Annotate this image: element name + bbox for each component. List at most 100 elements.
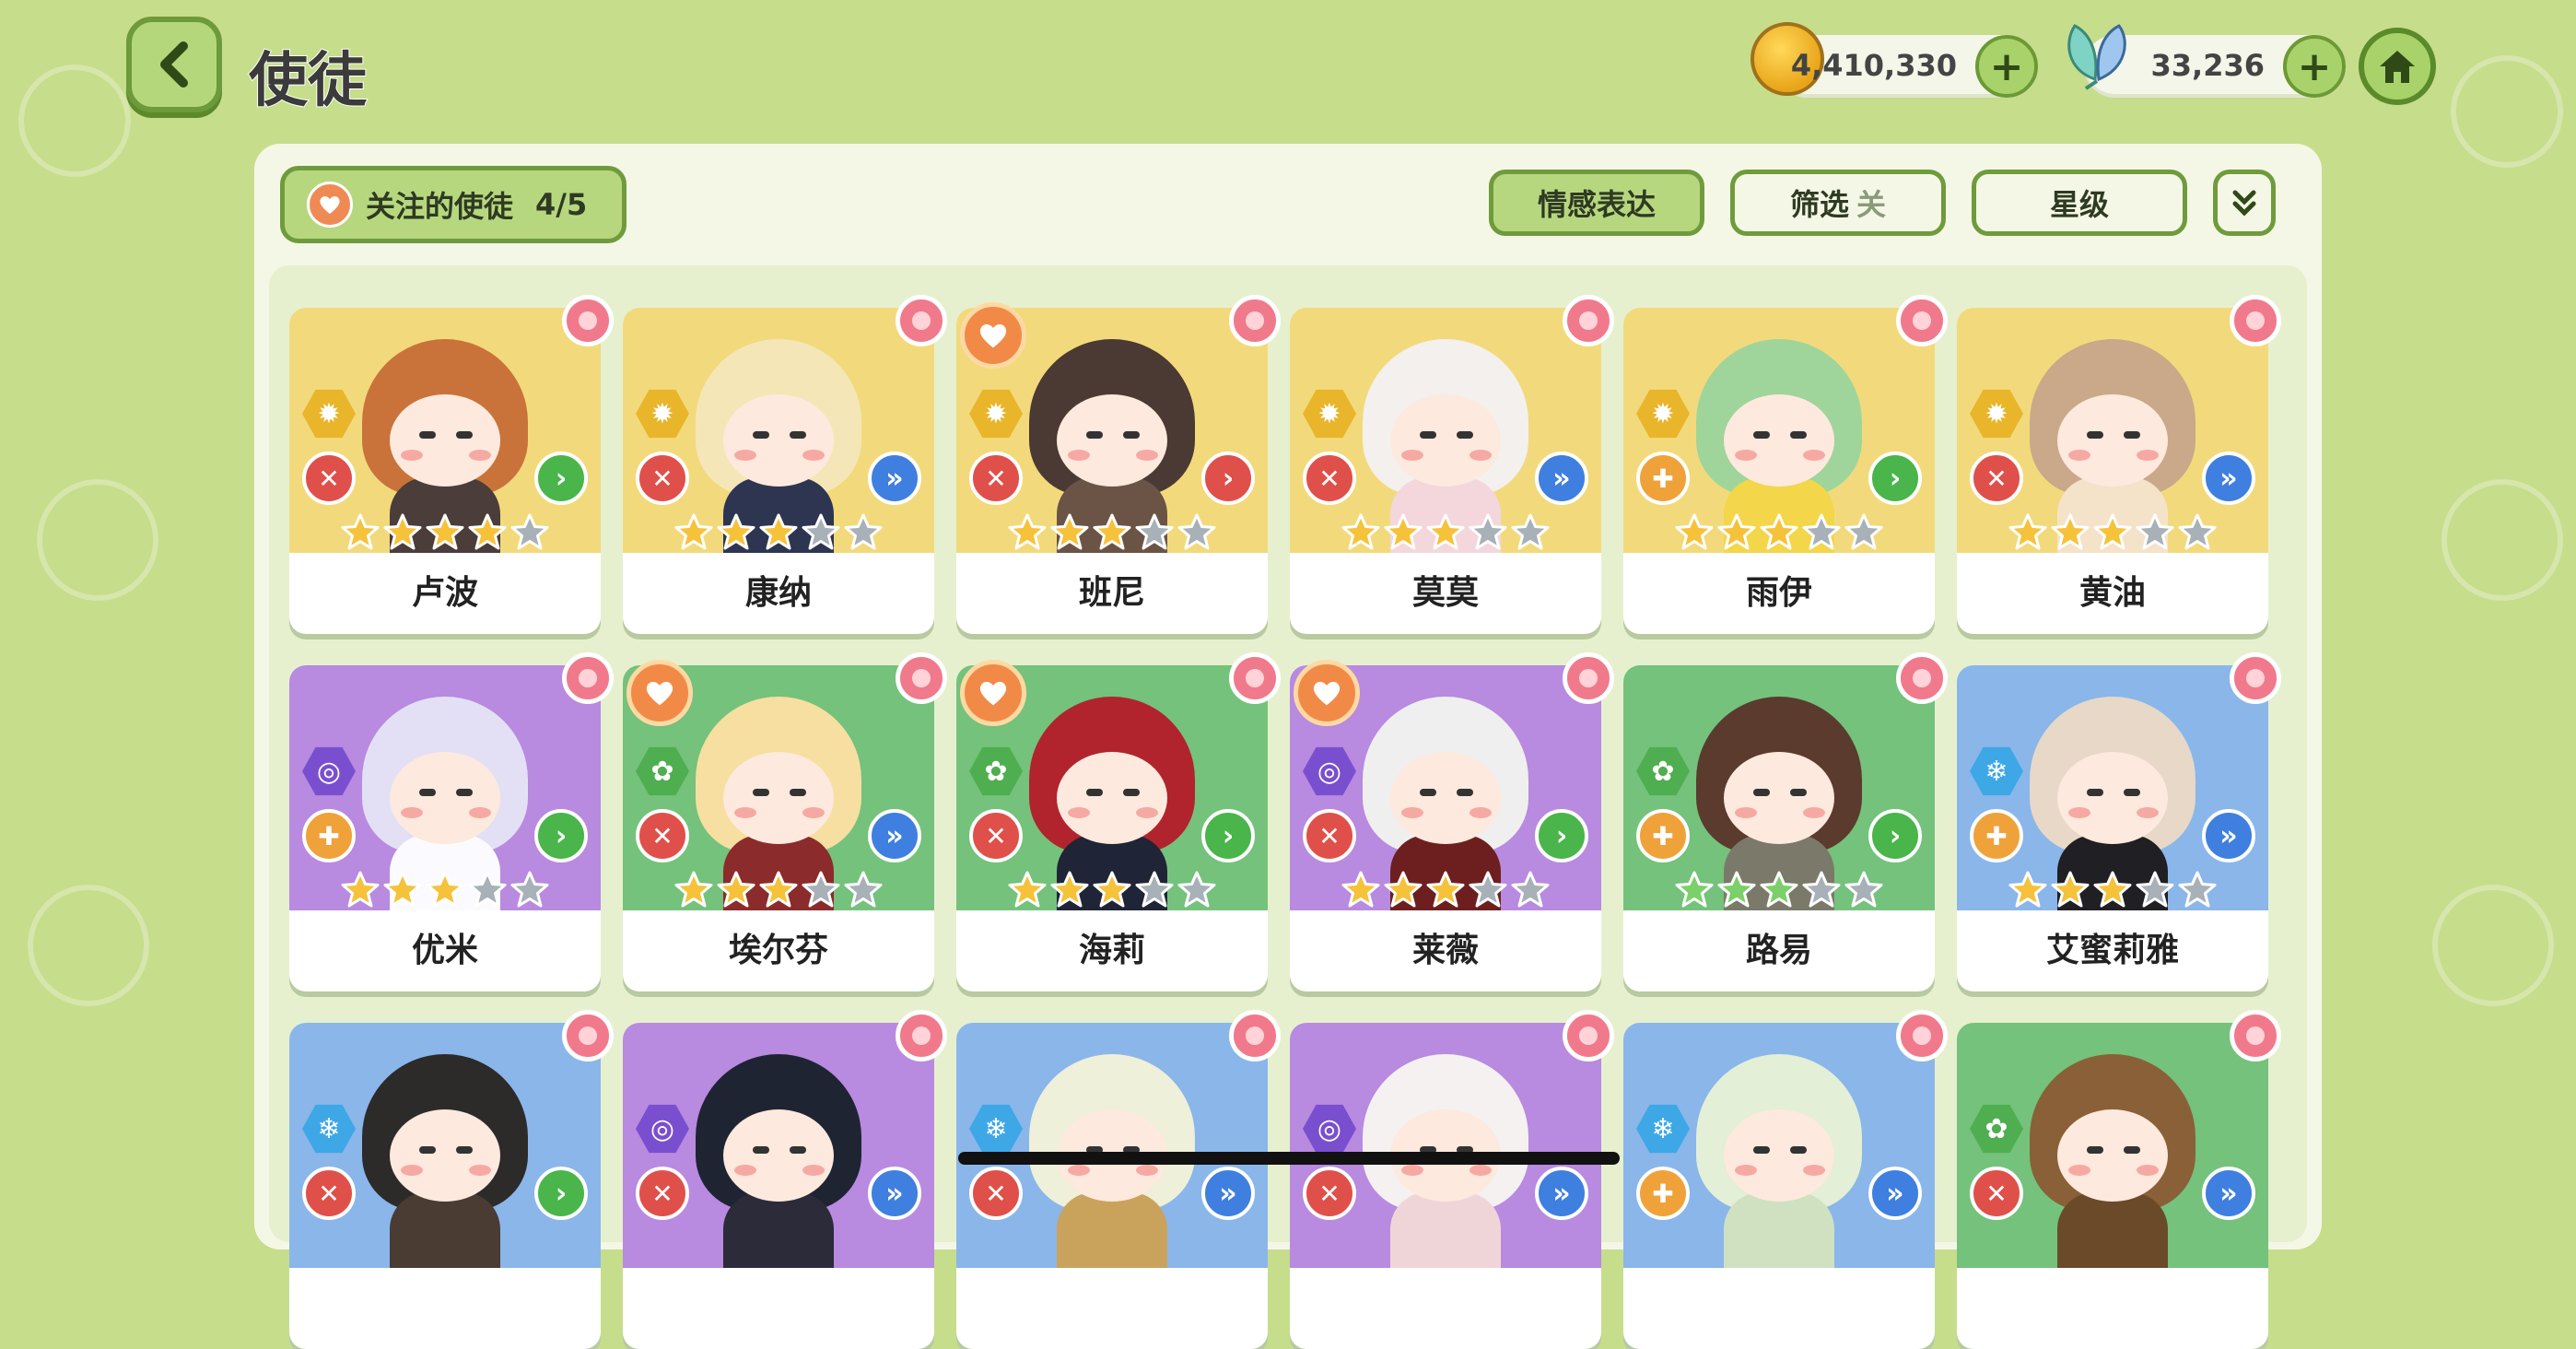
emotion-label: 情感表达 xyxy=(1537,187,1656,222)
position-arrow-icon: » xyxy=(868,452,921,505)
flower-gift-icon[interactable] xyxy=(896,1010,947,1062)
star-rating xyxy=(671,870,886,910)
filter-state: 关 xyxy=(1856,187,1887,222)
star-filled-icon xyxy=(426,513,464,550)
star-empty-icon xyxy=(1469,513,1507,550)
swirl-element-icon: ◎ xyxy=(636,1104,689,1154)
apostle-card[interactable]: ✿ ✕ › 海莉 xyxy=(956,652,1281,991)
flower-gift-icon[interactable] xyxy=(896,295,947,346)
apostle-card[interactable]: ❄ ✕ › xyxy=(289,1010,614,1349)
favorite-heart-icon[interactable] xyxy=(626,660,693,726)
apostle-card[interactable]: ✿ ✕ » 埃尔芬 xyxy=(623,652,947,991)
apostle-card[interactable]: ✹ ✕ › 班尼 xyxy=(956,295,1281,634)
flower-gift-icon[interactable] xyxy=(1896,652,1948,704)
flower-gift-icon[interactable] xyxy=(1563,652,1614,704)
position-arrow-icon: › xyxy=(1868,809,1922,862)
star-filled-icon xyxy=(2008,871,2047,908)
favorite-heart-icon[interactable] xyxy=(1294,660,1360,726)
star-rating xyxy=(337,870,553,910)
leaf-element-icon: ✿ xyxy=(1636,746,1690,796)
apostle-card[interactable]: ✹ ✚ › 雨伊 xyxy=(1623,295,1948,634)
flower-gift-icon[interactable] xyxy=(562,295,614,346)
apostle-illustration xyxy=(686,1054,871,1268)
apostle-card[interactable]: ✹ ✕ › 卢波 xyxy=(289,295,614,634)
swirl-element-icon: ◎ xyxy=(1303,746,1356,796)
star-filled-icon xyxy=(717,513,755,550)
apostle-card[interactable]: ✹ ✕ » 黄油 xyxy=(1957,295,2281,634)
star-filled-icon xyxy=(1760,513,1798,550)
sun-element-icon: ✹ xyxy=(636,389,689,439)
star-empty-icon xyxy=(510,513,549,550)
favorite-heart-icon[interactable] xyxy=(960,660,1026,726)
home-button[interactable] xyxy=(2359,28,2436,105)
star-filled-icon xyxy=(1717,513,1756,550)
apostle-portrait: ✿ ✚ › xyxy=(1623,665,1935,910)
sun-element-icon: ✹ xyxy=(302,389,356,439)
add-gold-button[interactable]: + xyxy=(1975,35,2038,98)
apostle-portrait: ✹ ✚ › xyxy=(1623,308,1935,553)
flower-gift-icon[interactable] xyxy=(1896,295,1948,346)
position-arrow-icon: » xyxy=(868,1167,921,1220)
position-arrow-icon: » xyxy=(868,809,921,862)
apostle-panel: 关注的使徒 4/5 情感表达 筛选 关 星级 ✹ ✕ › 卢波 ✹ ✕ » 康纳 ✹ ✕ › 班尼 ✹ ✕… xyxy=(254,144,2322,1349)
filter-button[interactable]: 筛选 关 xyxy=(1730,170,1946,236)
apostle-card[interactable]: ❄ ✚ » xyxy=(1623,1010,1948,1349)
star-filled-icon xyxy=(1008,871,1047,908)
background-doodle xyxy=(37,479,158,601)
support-role-icon: ✚ xyxy=(1636,809,1690,862)
flower-gift-icon[interactable] xyxy=(2230,652,2281,704)
apostle-card[interactable]: ✿ ✚ › 路易 xyxy=(1623,652,1948,991)
apostle-card[interactable]: ◎ ✕ › 莱薇 xyxy=(1290,652,1614,991)
apostle-card[interactable]: ◎ ✕ » xyxy=(623,1010,947,1349)
flower-gift-icon[interactable] xyxy=(1229,1010,1281,1062)
apostle-card[interactable]: ✹ ✕ » 康纳 xyxy=(623,295,947,634)
star-filled-icon xyxy=(341,871,380,908)
star-rating xyxy=(1338,870,1553,910)
attack-role-icon: ✕ xyxy=(636,809,689,862)
flower-gift-icon[interactable] xyxy=(562,1010,614,1062)
gem-currency: 33,236 + xyxy=(2067,24,2346,98)
emotion-button[interactable]: 情感表达 xyxy=(1489,170,1704,236)
favorite-heart-icon[interactable] xyxy=(960,302,1026,369)
apostle-name: 优米 xyxy=(411,932,478,969)
flower-gift-icon[interactable] xyxy=(896,652,947,704)
star-rating xyxy=(671,512,886,553)
star-filled-icon xyxy=(1426,871,1465,908)
attack-role-icon: ✕ xyxy=(1303,809,1356,862)
flower-gift-icon[interactable] xyxy=(1896,1010,1948,1062)
support-role-icon: ✚ xyxy=(1636,452,1690,505)
flower-gift-icon[interactable] xyxy=(1563,1010,1614,1062)
apostle-card[interactable]: ✹ ✕ » 莫莫 xyxy=(1290,295,1614,634)
flower-gift-icon[interactable] xyxy=(1563,295,1614,346)
back-button[interactable] xyxy=(126,17,222,112)
support-role-icon: ✚ xyxy=(1970,809,2023,862)
apostle-card[interactable]: ❄ ✚ » 艾蜜莉雅 xyxy=(1957,652,2281,991)
star-filled-icon xyxy=(1050,871,1089,908)
position-arrow-icon: › xyxy=(1201,809,1255,862)
apostle-portrait: ◎ ✕ » xyxy=(623,1023,934,1268)
flower-gift-icon[interactable] xyxy=(562,652,614,704)
star-empty-icon xyxy=(1177,513,1216,550)
star-filled-icon xyxy=(1050,513,1089,550)
star-filled-icon xyxy=(1093,513,1131,550)
flower-gift-icon[interactable] xyxy=(1229,652,1281,704)
apostle-card[interactable]: ◎ ✚ › 优米 xyxy=(289,652,614,991)
sort-order-button[interactable] xyxy=(2213,170,2276,236)
attack-role-icon: ✕ xyxy=(969,1167,1023,1220)
add-gem-button[interactable]: + xyxy=(2283,35,2346,98)
attack-role-icon: ✕ xyxy=(1303,1167,1356,1220)
apostle-name: 卢波 xyxy=(411,574,478,612)
flower-gift-icon[interactable] xyxy=(2230,295,2281,346)
star-empty-icon xyxy=(1135,871,1174,908)
apostle-card[interactable]: ◎ ✕ » xyxy=(1290,1010,1614,1349)
followed-apostles-button[interactable]: 关注的使徒 4/5 xyxy=(280,166,626,243)
home-indicator[interactable] xyxy=(958,1152,1620,1165)
star-sort-button[interactable]: 星级 xyxy=(1972,170,2187,236)
star-filled-icon xyxy=(2051,871,2090,908)
apostle-card[interactable]: ❄ ✕ » xyxy=(956,1010,1281,1349)
star-rating xyxy=(1671,512,1887,553)
flower-gift-icon[interactable] xyxy=(2230,1010,2281,1062)
flower-gift-icon[interactable] xyxy=(1229,295,1281,346)
apostle-card[interactable]: ✿ ✕ » xyxy=(1957,1010,2281,1349)
star-filled-icon xyxy=(426,871,464,908)
